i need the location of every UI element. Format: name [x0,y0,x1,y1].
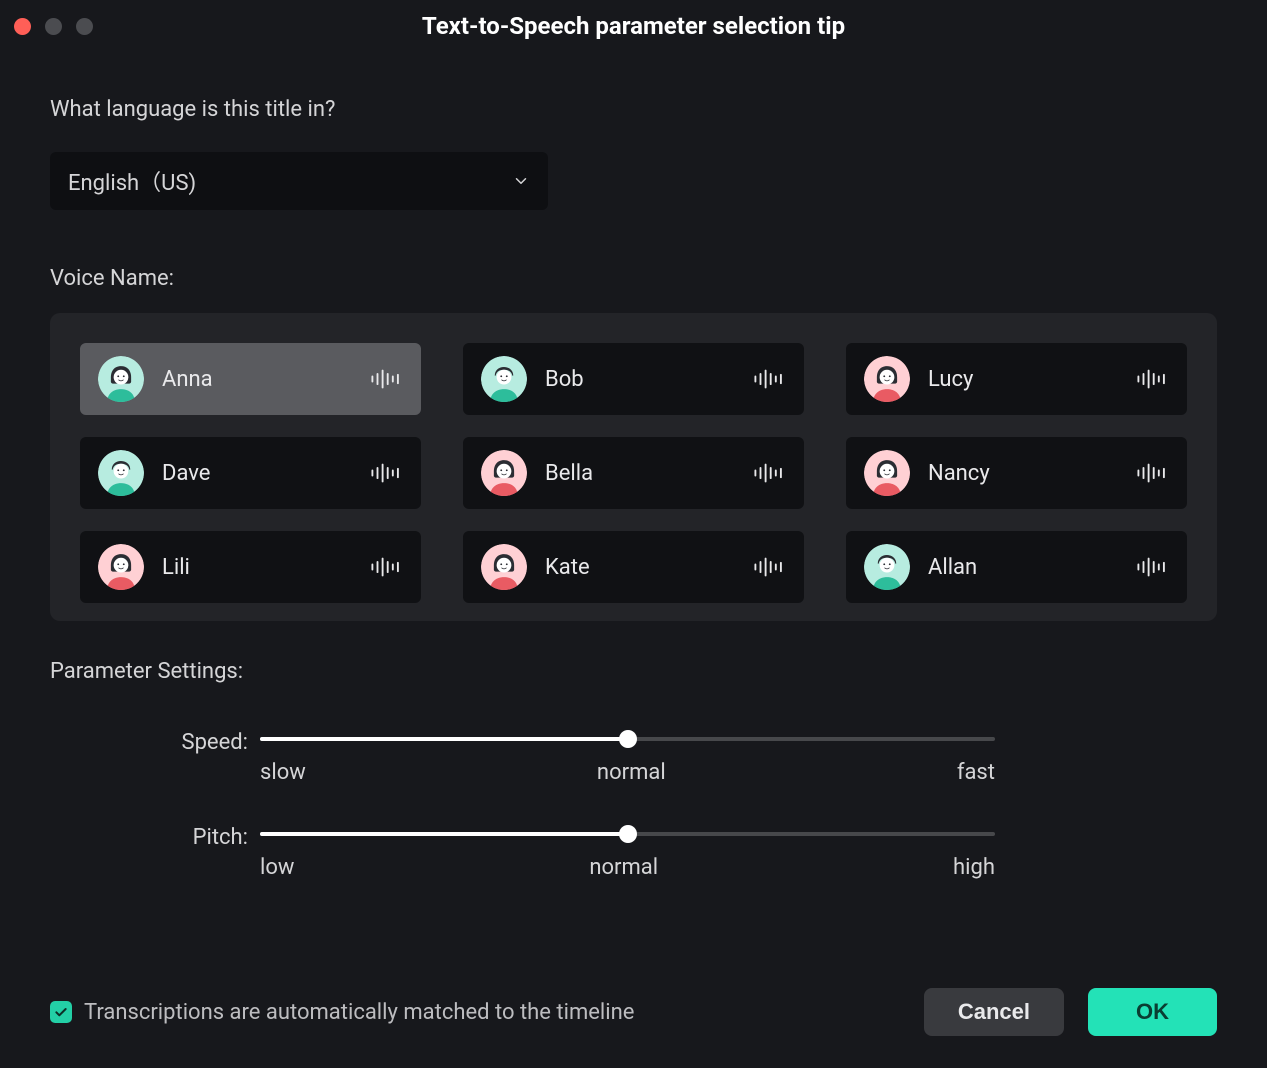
speed-min-label: slow [260,760,306,785]
waveform-icon[interactable] [369,556,403,578]
footer: Transcriptions are automatically matched… [50,988,1217,1036]
voice-card-bob[interactable]: Bob [463,343,804,415]
voice-card-nancy[interactable]: Nancy [846,437,1187,509]
voice-name-label: Allan [928,555,1135,580]
voice-name-label: Anna [162,367,369,392]
avatar-icon [481,544,527,590]
maximize-window-button[interactable] [76,18,93,35]
voice-card-bella[interactable]: Bella [463,437,804,509]
pitch-label: Pitch: [50,825,260,850]
voice-name-label: Dave [162,461,369,486]
voice-name-label: Kate [545,555,752,580]
waveform-icon[interactable] [752,556,786,578]
speed-label: Speed: [50,730,260,755]
pitch-max-label: high [953,855,995,880]
window-controls [14,18,93,35]
voice-card-dave[interactable]: Dave [80,437,421,509]
voice-name-label: Lili [162,555,369,580]
speed-slider-thumb[interactable] [619,730,637,748]
avatar-icon [864,544,910,590]
speed-slider[interactable] [260,730,995,748]
waveform-icon[interactable] [369,462,403,484]
avatar-icon [864,356,910,402]
titlebar: Text-to-Speech parameter selection tip [0,0,1267,52]
speed-max-label: fast [957,760,995,785]
pitch-slider[interactable] [260,825,995,843]
voice-name-label: Lucy [928,367,1135,392]
transcription-checkbox-label: Transcriptions are automatically matched… [84,1000,634,1025]
close-window-button[interactable] [14,18,31,35]
avatar-icon [98,356,144,402]
cancel-button[interactable]: Cancel [924,988,1064,1036]
voice-name-label: Nancy [928,461,1135,486]
chevron-down-icon [512,172,530,190]
pitch-min-label: low [260,855,294,880]
avatar-icon [864,450,910,496]
minimize-window-button[interactable] [45,18,62,35]
waveform-icon[interactable] [1135,368,1169,390]
parameter-settings-label: Parameter Settings: [50,659,1217,684]
window-title: Text-to-Speech parameter selection tip [0,12,1267,40]
avatar-icon [98,450,144,496]
avatar-icon [98,544,144,590]
waveform-icon[interactable] [752,462,786,484]
voice-card-lili[interactable]: Lili [80,531,421,603]
waveform-icon[interactable] [369,368,403,390]
language-selected-value: English（US) [68,165,196,197]
voice-card-lucy[interactable]: Lucy [846,343,1187,415]
voice-card-anna[interactable]: Anna [80,343,421,415]
waveform-icon[interactable] [1135,462,1169,484]
pitch-slider-thumb[interactable] [619,825,637,843]
waveform-icon[interactable] [752,368,786,390]
voice-name-label: Bella [545,461,752,486]
avatar-icon [481,450,527,496]
voice-card-kate[interactable]: Kate [463,531,804,603]
language-question-label: What language is this title in? [50,97,1217,122]
avatar-icon [481,356,527,402]
language-dropdown[interactable]: English（US) [50,152,548,210]
ok-button[interactable]: OK [1088,988,1217,1036]
voice-card-allan[interactable]: Allan [846,531,1187,603]
voice-grid: Anna Bob [50,313,1217,621]
voice-name-label: Bob [545,367,752,392]
waveform-icon[interactable] [1135,556,1169,578]
speed-mid-label: normal [597,760,666,785]
voice-name-label: Voice Name: [50,266,1217,291]
pitch-mid-label: normal [589,855,658,880]
transcription-checkbox[interactable] [50,1001,72,1023]
